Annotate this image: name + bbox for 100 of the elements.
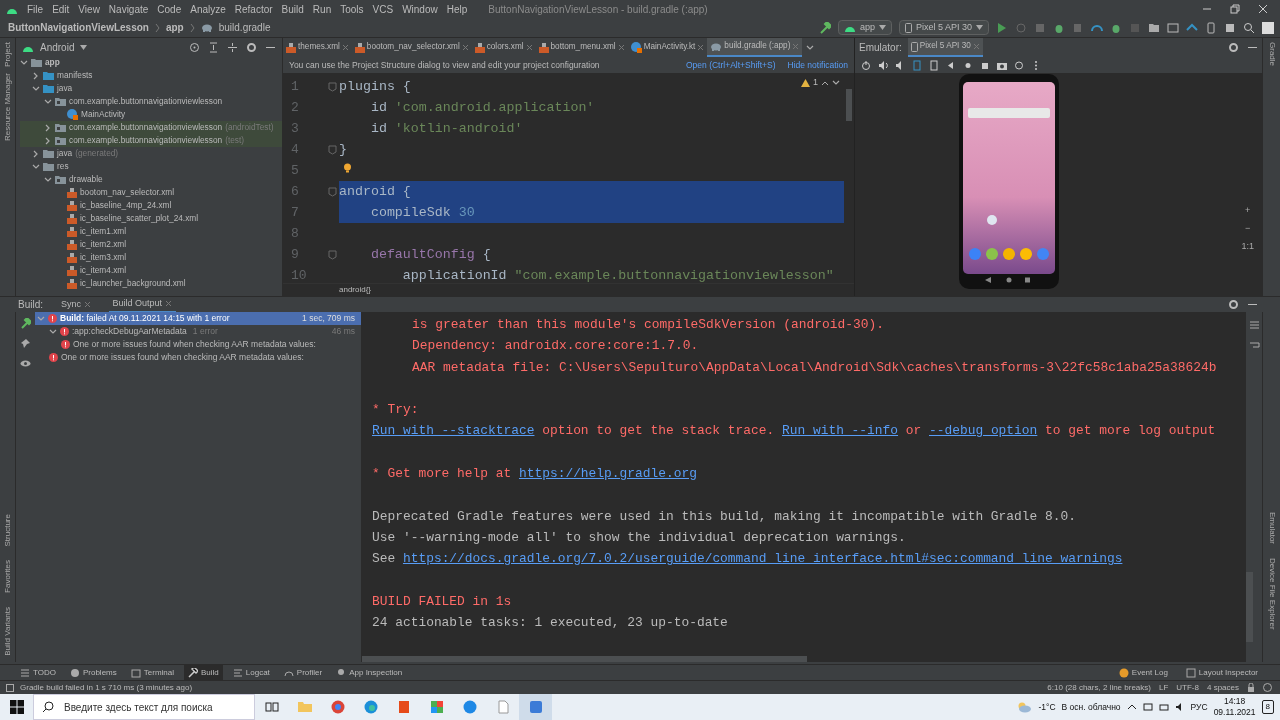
device-dropdown[interactable]: Pixel 5 API 30 — [898, 20, 989, 35]
menu-item[interactable]: Code — [157, 1, 182, 17]
menu-item[interactable]: Run — [312, 1, 332, 17]
tool-window-tab[interactable]: Terminal — [126, 665, 178, 680]
zoom-button[interactable]: − — [1245, 221, 1251, 235]
menu-item[interactable]: VCS — [372, 1, 394, 17]
tool-window-tab[interactable]: Event Log — [1114, 665, 1172, 680]
tool-window-tab[interactable]: Logcat — [228, 665, 274, 680]
menu-item[interactable]: Window — [402, 1, 438, 17]
tree-item[interactable]: manifests — [20, 69, 282, 82]
code-line: plugins { — [339, 77, 411, 96]
side-panel-tab[interactable]: Structure — [1, 513, 14, 547]
tree-item[interactable]: ic_item3.xml — [20, 251, 282, 264]
notification-badge[interactable]: 8 — [1261, 700, 1274, 714]
status-message[interactable]: Gradle build failed in 1 s 710 ms (3 minutes ago) — [20, 681, 193, 694]
menu-item[interactable]: Build — [281, 1, 304, 17]
search-box[interactable]: Введите здесь текст для поиска — [33, 694, 255, 720]
menu-item[interactable]: Analyze — [190, 1, 226, 17]
code-line: compileSdk 30 — [369, 203, 475, 222]
build-tree-item[interactable]: One or more issues found when checking AAR metadata values: — [35, 338, 361, 351]
status-item[interactable]: LF — [1158, 681, 1169, 694]
status-item[interactable]: UTF-8 — [1176, 681, 1199, 694]
clock-time[interactable]: 14:18 — [1223, 696, 1246, 707]
build-tree-item[interactable]: Build: failed At 09.11.2021 14:15 with 1 error 1 sec, 709 ms — [35, 312, 361, 325]
device-tab[interactable]: Pixel 5 API 30 — [907, 38, 983, 57]
menu-item[interactable]: Tools — [340, 1, 364, 17]
console-line: 24 actionable tasks: 1 executed, 23 up-to-date — [372, 614, 729, 633]
side-panel-tab[interactable]: Device File Explorer — [1265, 558, 1278, 630]
console-link[interactable]: https://help.gradle.org — [519, 464, 697, 484]
side-panel-tab[interactable]: Emulator — [1265, 512, 1278, 544]
breadcrumb-item[interactable]: build.gradle — [218, 20, 271, 35]
tree-item[interactable]: ic_item1.xml — [20, 225, 282, 238]
notification-link[interactable]: Hide notification — [787, 58, 848, 72]
tool-window-tab[interactable]: Profiler — [279, 665, 327, 680]
tool-window-tab[interactable]: Problems — [65, 665, 121, 680]
menu-item[interactable]: View — [78, 1, 100, 17]
code-breadcrumb[interactable]: android{} — [339, 284, 372, 296]
console-link[interactable]: https://docs.gradle.org/7.0.2/userguide/command_line_interface.html#sec:command_line_warnings — [402, 549, 1123, 569]
tree-item[interactable]: bootom_nav_selector.xml — [20, 186, 282, 199]
run-configuration-dropdown[interactable]: app — [837, 20, 892, 35]
line-number: 4 — [290, 140, 300, 159]
console-line: is greater than this module's compileSdkVersion (android-30). — [411, 315, 885, 334]
side-panel-tab[interactable]: Build Variants — [1, 607, 14, 656]
menu-item[interactable]: Refactor — [234, 1, 273, 17]
breadcrumb-item[interactable]: ButtonNavigationViewLesson — [8, 20, 149, 35]
side-panel-tab[interactable]: Project — [1, 42, 14, 67]
tool-window-tab[interactable]: App Inspection — [332, 665, 407, 680]
tool-window-tab[interactable]: TODO — [16, 665, 60, 680]
tree-item[interactable]: ic_baseline_scatter_plot_24.xml — [20, 212, 282, 225]
line-number: 10 — [290, 266, 308, 283]
line-number: 3 — [290, 119, 300, 138]
editor-tab[interactable]: themes.xml — [283, 38, 352, 57]
console-link[interactable]: Run with --info — [782, 421, 899, 441]
line-number: 1 — [290, 77, 300, 96]
clock-date[interactable]: 09.11.2021 — [1213, 707, 1256, 718]
project-view-dropdown[interactable]: Android — [40, 39, 75, 55]
tree-item[interactable]: app — [20, 56, 282, 69]
temperature[interactable]: -1°C — [1038, 700, 1056, 714]
line-number: 2 — [290, 98, 300, 117]
editor-tab[interactable]: bootom_nav_selector.xml — [351, 38, 472, 57]
zoom-button[interactable]: + — [1245, 203, 1251, 217]
emulator-label: Emulator: — [859, 41, 902, 55]
tree-item[interactable]: drawable — [20, 173, 282, 186]
tree-item[interactable]: MainActivity — [20, 108, 282, 121]
notification-link[interactable]: Open (Ctrl+Alt+Shift+S) — [686, 58, 776, 72]
editor-tab[interactable]: MainActivity.kt — [627, 38, 708, 57]
tree-item[interactable]: com.example.buttonnavigationviewlesson — [20, 95, 282, 108]
console-link[interactable]: --debug option — [929, 421, 1038, 441]
menu-item[interactable]: File — [27, 1, 44, 17]
tree-item[interactable]: ic_item4.xml — [20, 264, 282, 277]
console-line: BUILD FAILED in 1s — [372, 592, 513, 611]
search-field[interactable]: Введите здесь текст для поиска — [62, 696, 252, 718]
notification-text: You can use the Project Structure dialog to view and edit your project configuration — [289, 58, 600, 72]
side-panel-tab[interactable]: Gradle — [1265, 42, 1278, 66]
zoom-button[interactable]: 1:1 — [1241, 239, 1254, 253]
tool-window-tab[interactable]: Build — [184, 665, 223, 680]
menu-item[interactable]: Navigate — [108, 1, 149, 17]
tree-item[interactable]: java — [20, 82, 282, 95]
tree-item[interactable]: ic_launcher_background.xml — [20, 277, 282, 290]
build-tree-item[interactable]: One or more issues found when checking AAR metadata values: — [35, 351, 361, 364]
side-panel-tab[interactable]: Favorites — [1, 560, 14, 594]
editor-tab[interactable]: bottom_menu.xml — [535, 38, 628, 57]
tree-item[interactable]: res — [20, 160, 282, 173]
status-item[interactable]: 6:10 (28 chars, 2 line breaks) — [1047, 681, 1151, 694]
console-link[interactable]: Run with --stacktrace — [372, 421, 535, 441]
status-item[interactable]: 4 spaces — [1206, 681, 1239, 694]
panel-tab[interactable]: Sync — [57, 296, 95, 313]
menu-item[interactable]: Edit — [52, 1, 70, 17]
weather-text[interactable]: В осн. облачно — [1061, 700, 1121, 714]
editor-tab[interactable]: build.gradle (:app) — [707, 38, 803, 57]
line-number: 6 — [290, 182, 300, 201]
tool-window-tab[interactable]: Layout Inspector — [1181, 665, 1262, 680]
language-indicator[interactable]: РУС — [1190, 700, 1208, 714]
tree-item[interactable]: ic_baseline_4mp_24.xml — [20, 199, 282, 212]
editor-tab[interactable]: colors.xml — [471, 38, 536, 57]
warning-count[interactable]: 1 — [813, 76, 818, 90]
side-panel-tab[interactable]: Resource Manager — [1, 72, 14, 141]
menu-item[interactable]: Help — [446, 1, 468, 17]
tree-item[interactable]: ic_item2.xml — [20, 238, 282, 251]
breadcrumb-item[interactable]: app — [165, 20, 184, 35]
